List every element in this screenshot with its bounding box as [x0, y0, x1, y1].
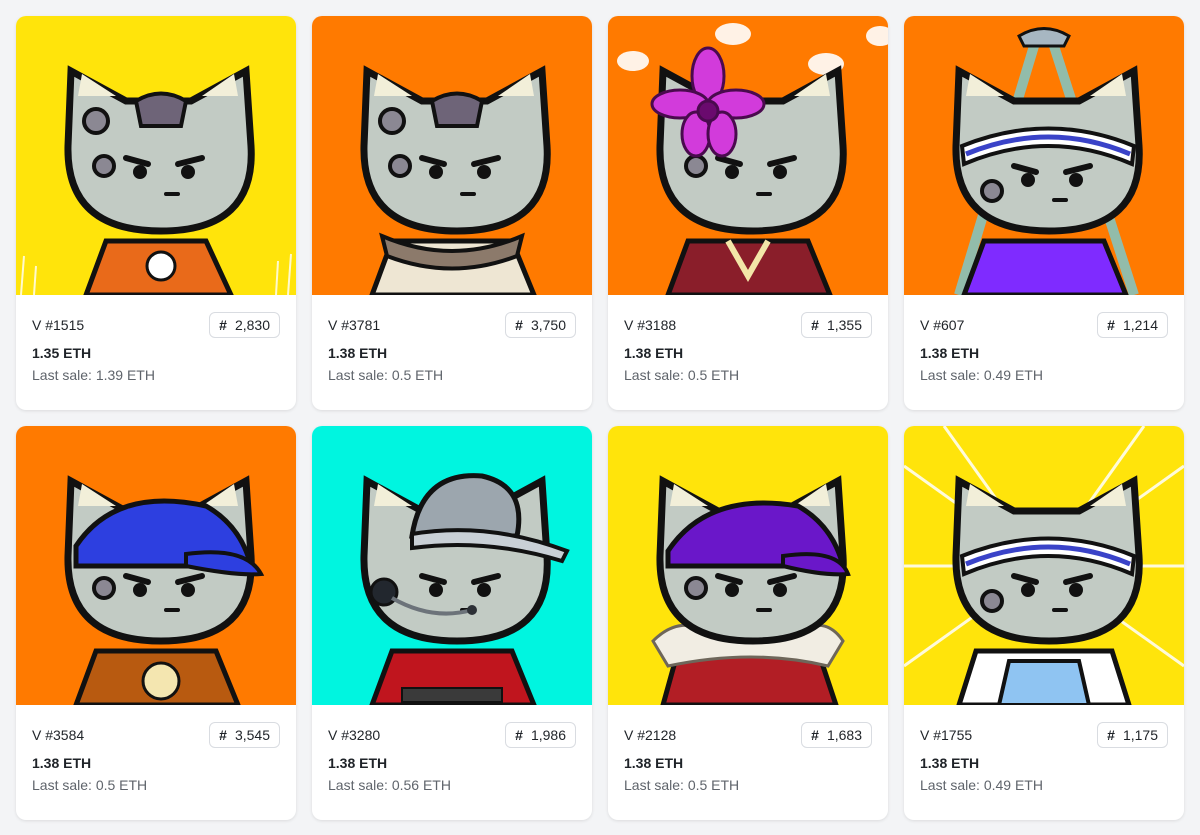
- nft-artwork-image: [608, 16, 888, 295]
- cat-head: [656, 475, 851, 645]
- price: 1.38 ETH: [328, 755, 388, 771]
- nft-card[interactable]: V #3584 # 3,545 1.38 ETH Last sale: 0.5 …: [16, 426, 296, 820]
- rarity-rank-badge[interactable]: # 1,355: [801, 312, 872, 338]
- nft-name: V #1515: [32, 317, 85, 333]
- hash-icon: #: [811, 317, 819, 333]
- rarity-rank-value: 2,830: [234, 317, 270, 333]
- nft-artwork-image: [312, 16, 592, 295]
- last-sale: Last sale: 0.5 ETH: [624, 367, 740, 383]
- price: 1.38 ETH: [624, 755, 684, 771]
- price: 1.38 ETH: [328, 345, 388, 361]
- last-sale: Last sale: 0.5 ETH: [328, 367, 444, 383]
- last-sale: Last sale: 0.49 ETH: [920, 777, 1043, 793]
- price: 1.38 ETH: [920, 755, 980, 771]
- hash-icon: #: [515, 317, 523, 333]
- last-sale: Last sale: 0.56 ETH: [328, 777, 451, 793]
- nft-card[interactable]: V #2128 # 1,683 1.38 ETH Last sale: 0.5 …: [608, 426, 888, 820]
- last-sale: Last sale: 1.39 ETH: [32, 367, 155, 383]
- cat-head: [360, 65, 551, 235]
- hash-icon: #: [219, 317, 227, 333]
- nft-name: V #3280: [328, 727, 381, 743]
- last-sale: Last sale: 0.49 ETH: [920, 367, 1043, 383]
- nft-artwork-image: [904, 426, 1184, 705]
- rarity-rank-badge[interactable]: # 1,214: [1097, 312, 1168, 338]
- nft-card[interactable]: V #1755 # 1,175 1.38 ETH Last sale: 0.49…: [904, 426, 1184, 820]
- nft-name: V #2128: [624, 727, 677, 743]
- rarity-rank-value: 1,214: [1122, 317, 1158, 333]
- hash-icon: #: [1107, 317, 1115, 333]
- hash-icon: #: [811, 727, 819, 743]
- price: 1.38 ETH: [624, 345, 684, 361]
- rarity-rank-value: 1,986: [530, 727, 566, 743]
- rarity-rank-badge[interactable]: # 3,545: [209, 722, 280, 748]
- nft-name: V #3781: [328, 317, 381, 333]
- cat-head: [64, 65, 255, 235]
- price: 1.35 ETH: [32, 345, 92, 361]
- nft-name: V #3188: [624, 317, 677, 333]
- nft-card[interactable]: V #3188 # 1,355 1.38 ETH Last sale: 0.5 …: [608, 16, 888, 410]
- rarity-rank-value: 3,545: [234, 727, 270, 743]
- cat-head: [64, 475, 265, 645]
- nft-artwork-image: [16, 16, 296, 295]
- nft-card[interactable]: V #3781 # 3,750 1.38 ETH Last sale: 0.5 …: [312, 16, 592, 410]
- rarity-rank-value: 3,750: [530, 317, 566, 333]
- nft-artwork-image: [608, 426, 888, 705]
- hash-icon: #: [515, 727, 523, 743]
- price: 1.38 ETH: [920, 345, 980, 361]
- nft-artwork-image: [312, 426, 592, 705]
- nft-name: V #3584: [32, 727, 85, 743]
- nft-artwork-image: [904, 16, 1184, 295]
- rarity-rank-value: 1,175: [1122, 727, 1158, 743]
- nft-name: V #1755: [920, 727, 973, 743]
- rarity-rank-value: 1,355: [826, 317, 862, 333]
- nft-artwork-image: [16, 426, 296, 705]
- hash-icon: #: [219, 727, 227, 743]
- rarity-rank-badge[interactable]: # 1,683: [801, 722, 872, 748]
- last-sale: Last sale: 0.5 ETH: [32, 777, 148, 793]
- rarity-rank-badge[interactable]: # 3,750: [505, 312, 576, 338]
- price: 1.38 ETH: [32, 755, 92, 771]
- rarity-rank-badge[interactable]: # 1,175: [1097, 722, 1168, 748]
- nft-name: V #607: [920, 317, 965, 333]
- nft-card[interactable]: V #3280 # 1,986 1.38 ETH Last sale: 0.56…: [312, 426, 592, 820]
- rarity-rank-badge[interactable]: # 1,986: [505, 722, 576, 748]
- nft-card[interactable]: V #1515 # 2,830 1.35 ETH Last sale: 1.39…: [16, 16, 296, 410]
- hash-icon: #: [1107, 727, 1115, 743]
- nft-grid: V #1515 # 2,830 1.35 ETH Last sale: 1.39…: [16, 16, 1184, 820]
- last-sale: Last sale: 0.5 ETH: [624, 777, 740, 793]
- nft-card[interactable]: V #607 # 1,214 1.38 ETH Last sale: 0.49 …: [904, 16, 1184, 410]
- rarity-rank-badge[interactable]: # 2,830: [209, 312, 280, 338]
- rarity-rank-value: 1,683: [826, 727, 862, 743]
